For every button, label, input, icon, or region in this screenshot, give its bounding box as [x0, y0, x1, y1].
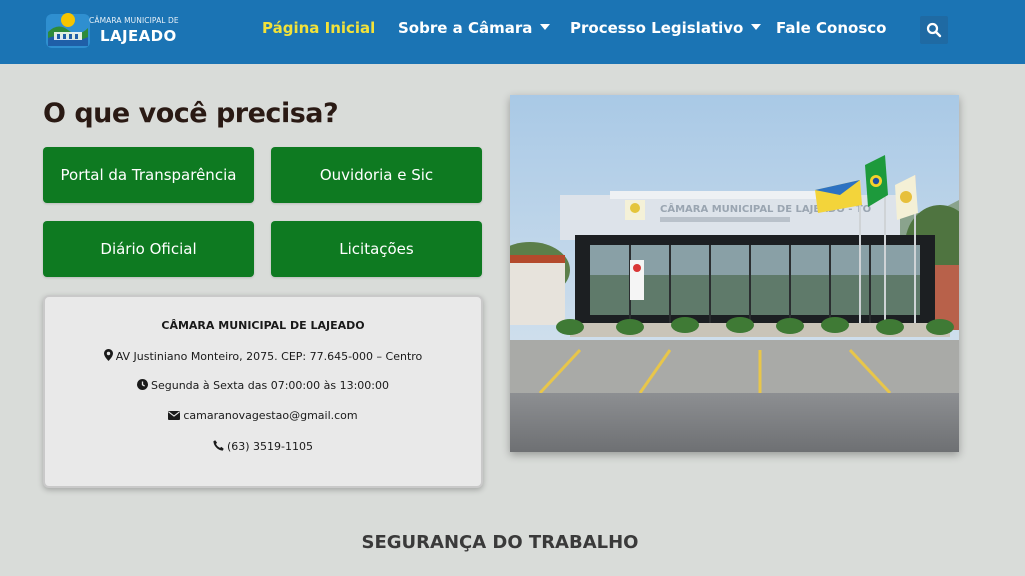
ouvidoria-sic-button[interactable]: Ouvidoria e Sic	[271, 147, 482, 203]
search-icon	[926, 22, 942, 38]
brand-subtitle: CÂMARA MUNICIPAL DE	[89, 16, 179, 25]
contact-hours-text: Segunda à Sexta das 07:00:00 às 13:00:00	[151, 379, 389, 392]
contact-title: CÂMARA MUNICIPAL DE LAJEADO	[161, 319, 365, 332]
nav-home[interactable]: Página Inicial	[262, 19, 375, 37]
envelope-icon	[168, 411, 181, 420]
contact-address: AV Justiniano Monteiro, 2075. CEP: 77.64…	[45, 349, 481, 363]
map-marker-icon	[103, 349, 113, 361]
contact-email[interactable]: camaranovagestao@gmail.com	[45, 409, 481, 422]
brand-title[interactable]: LAJEADO	[100, 27, 177, 45]
search-button[interactable]	[920, 16, 948, 44]
clock-icon	[137, 379, 148, 390]
nav-sobre[interactable]: Sobre a Câmara	[398, 19, 551, 37]
contact-phone[interactable]: (63) 3519-1105	[45, 440, 481, 453]
site-header: CÂMARA MUNICIPAL DE LAJEADO Página Inici…	[0, 0, 1025, 64]
diario-oficial-button[interactable]: Diário Oficial	[43, 221, 254, 277]
nav-fale-conosco[interactable]: Fale Conosco	[776, 19, 886, 37]
contact-email-text: camaranovagestao@gmail.com	[183, 409, 358, 422]
licitacoes-button[interactable]: Licitações	[271, 221, 482, 277]
phone-icon	[213, 440, 224, 451]
contact-phone-text: (63) 3519-1105	[226, 440, 314, 453]
portal-transparencia-button[interactable]: Portal da Transparência	[43, 147, 254, 203]
nav-processo[interactable]: Processo Legislativo	[570, 19, 762, 37]
caret-down-icon	[751, 23, 762, 30]
nav-processo-label: Processo Legislativo	[570, 19, 744, 37]
nav-sobre-label: Sobre a Câmara	[398, 19, 533, 37]
contact-card: CÂMARA MUNICIPAL DE LAJEADO AV Justinian…	[43, 295, 483, 488]
contact-address-text: AV Justiniano Monteiro, 2075. CEP: 77.64…	[115, 350, 423, 363]
building-photo: CÂMARA MUNICIPAL DE LAJEADO - TO	[510, 95, 959, 452]
logo-icon[interactable]	[44, 8, 92, 50]
chamber-building-image: CÂMARA MUNICIPAL DE LAJEADO - TO	[510, 95, 959, 452]
contact-hours: Segunda à Sexta das 07:00:00 às 13:00:00	[45, 379, 481, 392]
caret-down-icon	[540, 23, 551, 30]
section-title: SEGURANÇA DO TRABALHO	[361, 532, 639, 553]
page-heading: O que você precisa?	[43, 98, 339, 129]
